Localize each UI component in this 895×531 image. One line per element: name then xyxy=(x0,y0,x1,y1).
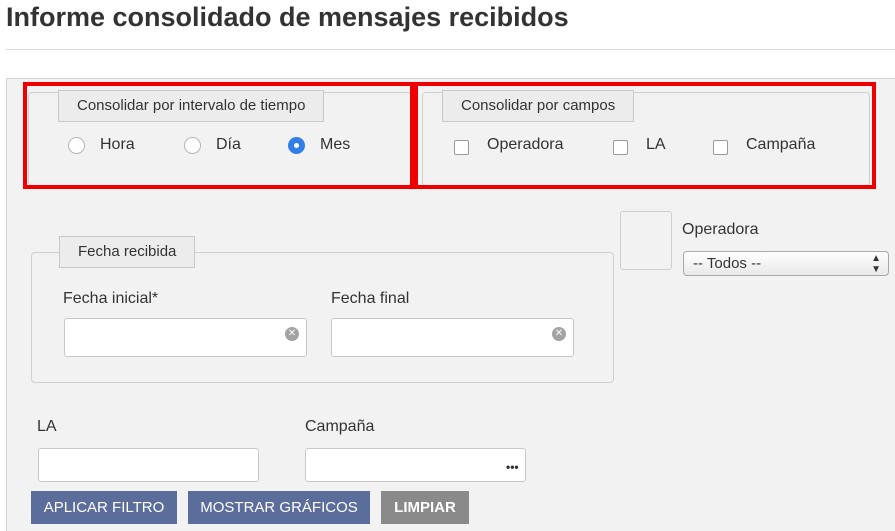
select-arrows-icon: ▲ ▼ xyxy=(871,252,881,275)
checkbox-campana[interactable]: Campaña xyxy=(713,135,815,155)
page-title: Informe consolidado de mensajes recibido… xyxy=(6,2,569,32)
radio-dia-control[interactable] xyxy=(184,136,201,154)
time-interval-legend: Consolidar por intervalo de tiempo xyxy=(58,90,325,122)
end-date-label: Fecha final xyxy=(331,290,410,307)
clear-end-date-icon[interactable]: ✕ xyxy=(552,327,566,341)
checkbox-operadora-label: Operadora xyxy=(487,136,564,153)
show-charts-button[interactable]: MOSTRAR GRÁFICOS xyxy=(188,491,370,524)
start-date-label: Fecha inicial* xyxy=(63,290,159,307)
radio-dia-label: Día xyxy=(216,136,241,153)
checkbox-la-control[interactable] xyxy=(613,140,628,155)
apply-filter-button[interactable]: APLICAR FILTRO xyxy=(31,491,177,524)
la-input[interactable] xyxy=(38,448,259,482)
radio-dia[interactable]: Día xyxy=(184,136,241,154)
checkbox-campana-label: Campaña xyxy=(746,136,816,153)
campaign-input[interactable] xyxy=(305,448,526,482)
checkbox-la-label: LA xyxy=(646,136,666,153)
checkbox-operadora[interactable]: Operadora xyxy=(454,135,564,155)
date-received-legend: Fecha recibida xyxy=(59,236,196,268)
start-date-input[interactable] xyxy=(64,318,307,357)
radio-mes[interactable]: Mes xyxy=(288,136,350,154)
checkbox-la[interactable]: LA xyxy=(613,135,666,155)
clear-start-date-icon[interactable]: ✕ xyxy=(285,327,299,341)
checkbox-campana-control[interactable] xyxy=(713,140,728,155)
radio-mes-label: Mes xyxy=(320,136,351,153)
end-date-input[interactable] xyxy=(331,318,574,357)
fields-legend: Consolidar por campos xyxy=(442,90,635,122)
clear-button[interactable]: LIMPIAR xyxy=(381,491,469,524)
checkbox-operadora-control[interactable] xyxy=(454,140,469,155)
operator-select[interactable]: -- Todos -- ▲ ▼ xyxy=(683,251,889,276)
operator-placeholder-box xyxy=(620,211,672,270)
la-label: LA xyxy=(37,418,57,435)
operator-selected-value: -- Todos -- xyxy=(693,255,762,272)
radio-mes-control[interactable] xyxy=(288,136,305,154)
operator-label: Operadora xyxy=(682,221,759,238)
campaign-lookup-icon[interactable]: ••• xyxy=(506,460,519,474)
title-divider xyxy=(6,49,895,50)
radio-hora-label: Hora xyxy=(100,136,135,153)
campaign-label: Campaña xyxy=(305,418,375,435)
radio-hora-control[interactable] xyxy=(68,136,85,154)
radio-hora[interactable]: Hora xyxy=(68,136,135,154)
